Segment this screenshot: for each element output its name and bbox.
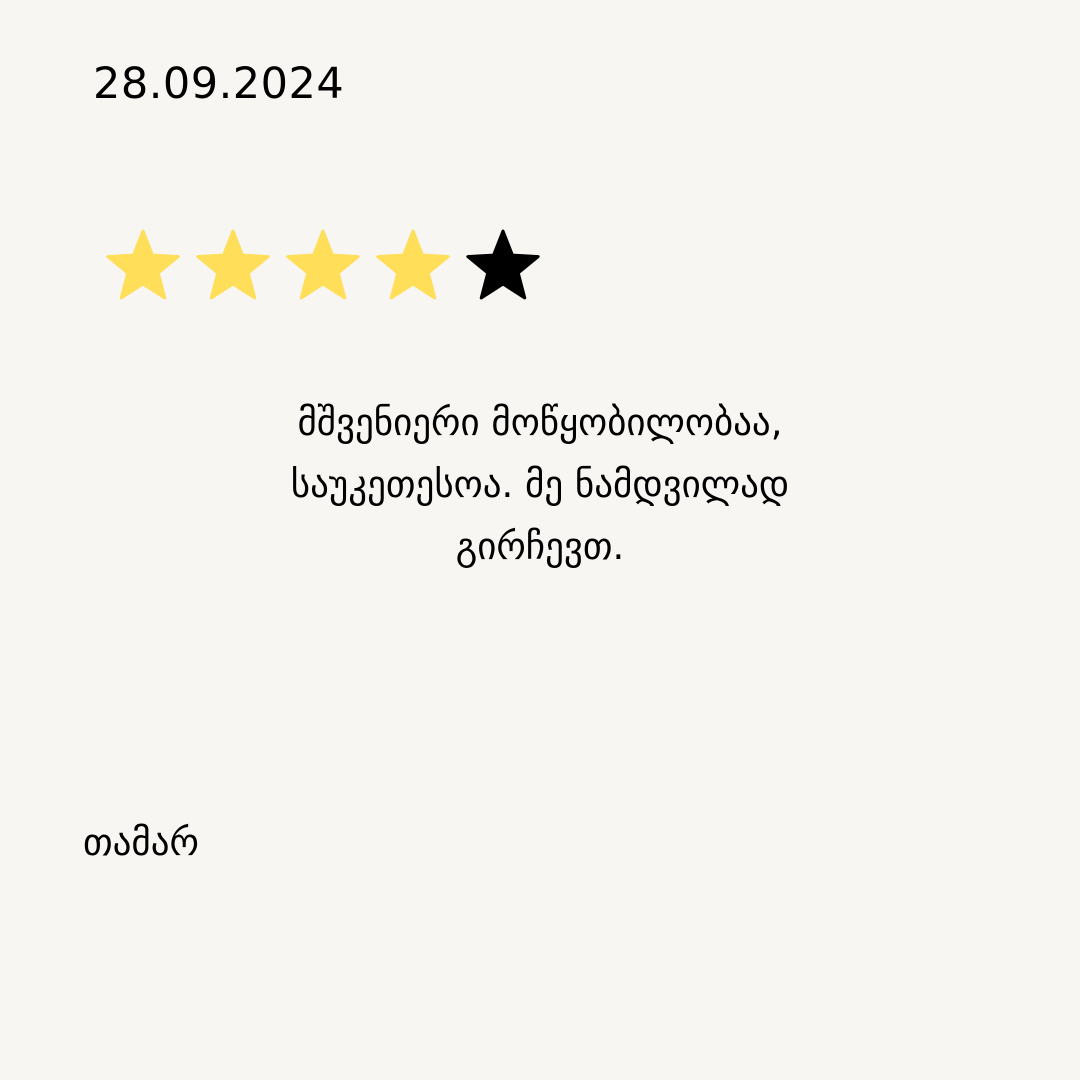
star-rating [105, 229, 541, 305]
star-filled-icon [285, 229, 361, 305]
star-filled-icon [195, 229, 271, 305]
review-text: მშვენიერი მოწყობილობაა, საუკეთესოა. მე ნ… [140, 392, 940, 578]
review-line-3: გირჩევთ. [455, 525, 625, 568]
star-filled-icon [105, 229, 181, 305]
star-filled-icon [375, 229, 451, 305]
review-date: 28.09.2024 [93, 59, 345, 109]
review-line-2: საუკეთესოა. მე ნამდვილად [290, 463, 790, 506]
review-line-1: მშვენიერი მოწყობილობაა, [297, 401, 783, 444]
review-author: თამარ [83, 821, 199, 864]
star-empty-icon [465, 229, 541, 305]
